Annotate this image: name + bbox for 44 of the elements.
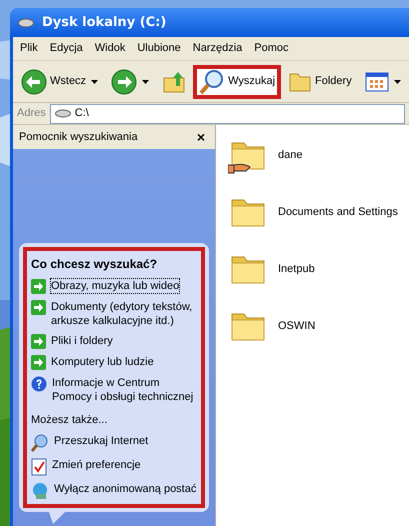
menu-item[interactable]: Edycja — [50, 40, 83, 57]
checklist-icon — [31, 458, 47, 476]
menu-item[interactable]: Plik — [20, 40, 38, 57]
also-heading: Możesz także... — [31, 412, 108, 428]
search-option-link[interactable]: Przeszukaj Internet — [31, 434, 197, 452]
menu-item[interactable]: Pomoc — [254, 40, 289, 57]
search-option-link[interactable]: Obrazy, muzyka lub wideo — [31, 278, 197, 294]
back-button[interactable]: Wstecz — [15, 64, 104, 98]
arrow-icon — [31, 334, 46, 348]
view-grid-icon — [364, 72, 389, 92]
file-item[interactable]: Documents and Settings — [228, 192, 409, 232]
search-icon — [199, 68, 226, 94]
search-option-link[interactable]: Komputery lub ludzie — [31, 354, 197, 370]
folder-icon — [288, 70, 312, 92]
search-icon — [31, 434, 49, 452]
window-title: Dysk lokalny (C:) — [42, 14, 166, 32]
address-label: Adres — [17, 106, 46, 122]
menu-item[interactable]: Widok — [94, 40, 126, 57]
caret-icon — [142, 80, 150, 84]
caret-icon — [91, 80, 98, 84]
drive-icon — [18, 18, 34, 28]
file-item[interactable]: Inetpub — [228, 249, 409, 289]
file-item[interactable]: dane — [228, 135, 409, 175]
menu-item[interactable]: Narzędzia — [192, 40, 242, 57]
address-field[interactable]: C:\ — [50, 104, 405, 124]
folder-up-icon — [162, 70, 186, 94]
search-option-link[interactable]: Dokumenty (edytory tekstów, arkusze kalkulacyjne itd.) — [31, 300, 197, 328]
pane-title: Pomocnik wyszukiwania — [19, 130, 138, 145]
search-option-link[interactable]: Wyłącz anonimowaną postać — [31, 482, 197, 500]
search-option-link[interactable]: Informacje w Centrum Pomocy i obsługi technicznej — [31, 376, 197, 404]
folders-button[interactable]: Foldery — [282, 64, 358, 98]
caret-icon — [394, 80, 401, 84]
arrow-icon — [31, 278, 46, 294]
arrow-icon — [31, 354, 46, 370]
arrow-icon — [31, 300, 46, 314]
close-button[interactable]: × — [192, 126, 209, 148]
file-item[interactable]: OSWIN — [228, 306, 409, 346]
search-heading: Co chcesz wyszukać? — [31, 256, 158, 272]
search-button[interactable]: Wyszukaj — [193, 64, 282, 98]
menu-item[interactable]: Ulubione — [137, 40, 181, 57]
help-icon — [31, 376, 47, 392]
search-option-link[interactable]: Pliki i foldery — [31, 334, 197, 348]
drive-icon — [54, 109, 71, 118]
search-option-link[interactable]: Zmień preferencje — [31, 458, 197, 476]
